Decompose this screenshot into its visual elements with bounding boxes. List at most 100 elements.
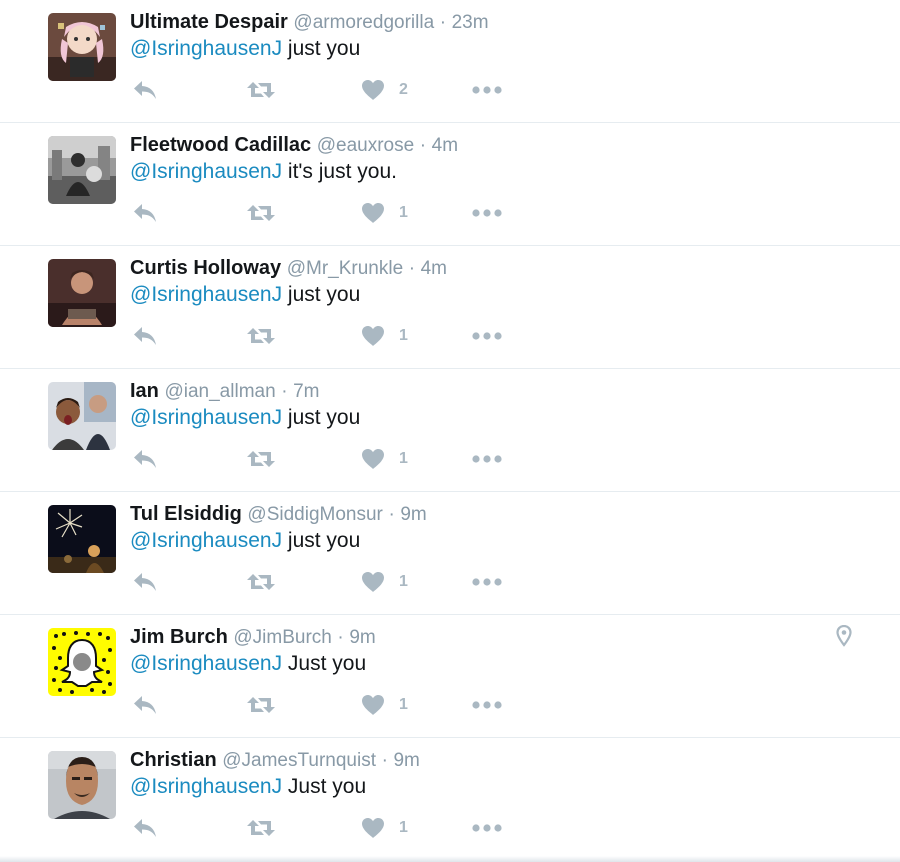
display-name[interactable]: Ian [130,380,159,402]
more-button[interactable] [472,814,502,842]
retweet-button[interactable] [246,445,276,473]
timestamp[interactable]: 4m [432,135,458,156]
tweet[interactable]: Fleetwood Cadillac @eauxrose · 4m @Isrin… [0,123,900,246]
more-dots-icon [472,332,502,340]
more-button[interactable] [472,691,502,719]
avatar[interactable] [48,628,116,696]
anime-character-avatar [48,13,116,81]
tweet-text: @IsringhausenJ just you [130,405,360,431]
heart-icon [362,326,384,346]
like-button[interactable]: 1 [361,199,408,227]
timestamp[interactable]: 4m [421,258,447,279]
mention-link[interactable]: @IsringhausenJ [130,775,282,798]
mention-link[interactable]: @IsringhausenJ [130,160,282,183]
reply-icon [134,81,156,99]
tweet[interactable]: Tul Elsiddig @SiddigMonsur · 9m @Isringh… [0,492,900,615]
tweet[interactable]: Christian @JamesTurnquist · 9m @Isringha… [0,738,900,859]
timestamp[interactable]: 23m [452,12,489,33]
mention-link[interactable]: @IsringhausenJ [130,652,282,675]
reply-button[interactable] [132,76,158,104]
avatar[interactable] [48,751,116,819]
display-name[interactable]: Jim Burch [130,626,228,648]
retweet-button[interactable] [246,322,276,350]
retweet-icon [247,205,275,221]
more-dots-icon [472,455,502,463]
username[interactable]: @JamesTurnquist [222,750,376,771]
username[interactable]: @Mr_Krunkle [287,258,403,279]
tweet-header: Ian @ian_allman · 7m [130,378,320,405]
more-button[interactable] [472,568,502,596]
heart-icon [362,80,384,100]
username[interactable]: @JimBurch [233,627,331,648]
mention-link[interactable]: @IsringhausenJ [130,406,282,429]
reply-button[interactable] [132,322,158,350]
avatar[interactable] [48,136,116,204]
more-button[interactable] [472,76,502,104]
retweet-button[interactable] [246,199,276,227]
tweet[interactable]: Ian @ian_allman · 7m @IsringhausenJ just… [0,369,900,492]
mention-link[interactable]: @IsringhausenJ [130,529,282,552]
like-count: 1 [399,819,408,836]
username[interactable]: @armoredgorilla [293,12,434,33]
separator-dot: · [281,381,288,402]
tweet-body: it's just you. [287,160,397,183]
like-button[interactable]: 1 [361,445,408,473]
heart-icon [362,695,384,715]
tweet-header: Ultimate Despair @armoredgorilla · 23m [130,9,489,36]
more-dots-icon [472,824,502,832]
avatar[interactable] [48,259,116,327]
display-name[interactable]: Curtis Holloway [130,257,281,279]
retweet-button[interactable] [246,814,276,842]
display-name[interactable]: Fleetwood Cadillac [130,134,311,156]
timestamp[interactable]: 9m [393,750,419,771]
mention-link[interactable]: @IsringhausenJ [130,37,282,60]
tweet-header: Jim Burch @JimBurch · 9m [130,624,376,651]
retweet-button[interactable] [246,568,276,596]
avatar[interactable] [48,13,116,81]
more-button[interactable] [472,445,502,473]
tweet-header: Christian @JamesTurnquist · 9m [130,747,420,774]
selfie-photo-avatar [48,382,116,450]
username[interactable]: @SiddigMonsur [247,504,382,525]
tweet[interactable]: Jim Burch @JimBurch · 9m @IsringhausenJ … [0,615,900,738]
reply-icon [134,450,156,468]
reply-button[interactable] [132,814,158,842]
more-button[interactable] [472,199,502,227]
tweet-text: @IsringhausenJ just you [130,282,360,308]
timestamp[interactable]: 9m [349,627,375,648]
display-name[interactable]: Ultimate Despair [130,11,288,33]
mention-link[interactable]: @IsringhausenJ [130,283,282,306]
more-dots-icon [472,209,502,217]
retweet-icon [247,820,275,836]
username[interactable]: @ian_allman [164,381,275,402]
like-count: 1 [399,204,408,221]
display-name[interactable]: Tul Elsiddig [130,503,242,525]
like-button[interactable]: 1 [361,322,408,350]
reply-button[interactable] [132,199,158,227]
avatar[interactable] [48,382,116,450]
more-button[interactable] [472,322,502,350]
retweet-button[interactable] [246,76,276,104]
heart-icon [362,203,384,223]
like-button[interactable]: 1 [361,814,408,842]
reply-button[interactable] [132,568,158,596]
like-button[interactable]: 2 [361,76,408,104]
reply-button[interactable] [132,691,158,719]
like-button[interactable]: 1 [361,568,408,596]
portrait-photo-avatar [48,751,116,819]
display-name[interactable]: Christian [130,749,217,771]
fireworks-photo-avatar [48,505,116,573]
username[interactable]: @eauxrose [317,135,414,156]
like-button[interactable]: 1 [361,691,408,719]
like-count: 1 [399,696,408,713]
reply-button[interactable] [132,445,158,473]
tweet[interactable]: Ultimate Despair @armoredgorilla · 23m @… [0,0,900,123]
retweet-button[interactable] [246,691,276,719]
tweet[interactable]: Curtis Holloway @Mr_Krunkle · 4m @Isring… [0,246,900,369]
separator-dot: · [419,135,427,156]
timestamp[interactable]: 7m [293,381,319,402]
retweet-icon [247,574,275,590]
location-pin-icon[interactable] [836,624,852,652]
avatar[interactable] [48,505,116,573]
timestamp[interactable]: 9m [400,504,426,525]
